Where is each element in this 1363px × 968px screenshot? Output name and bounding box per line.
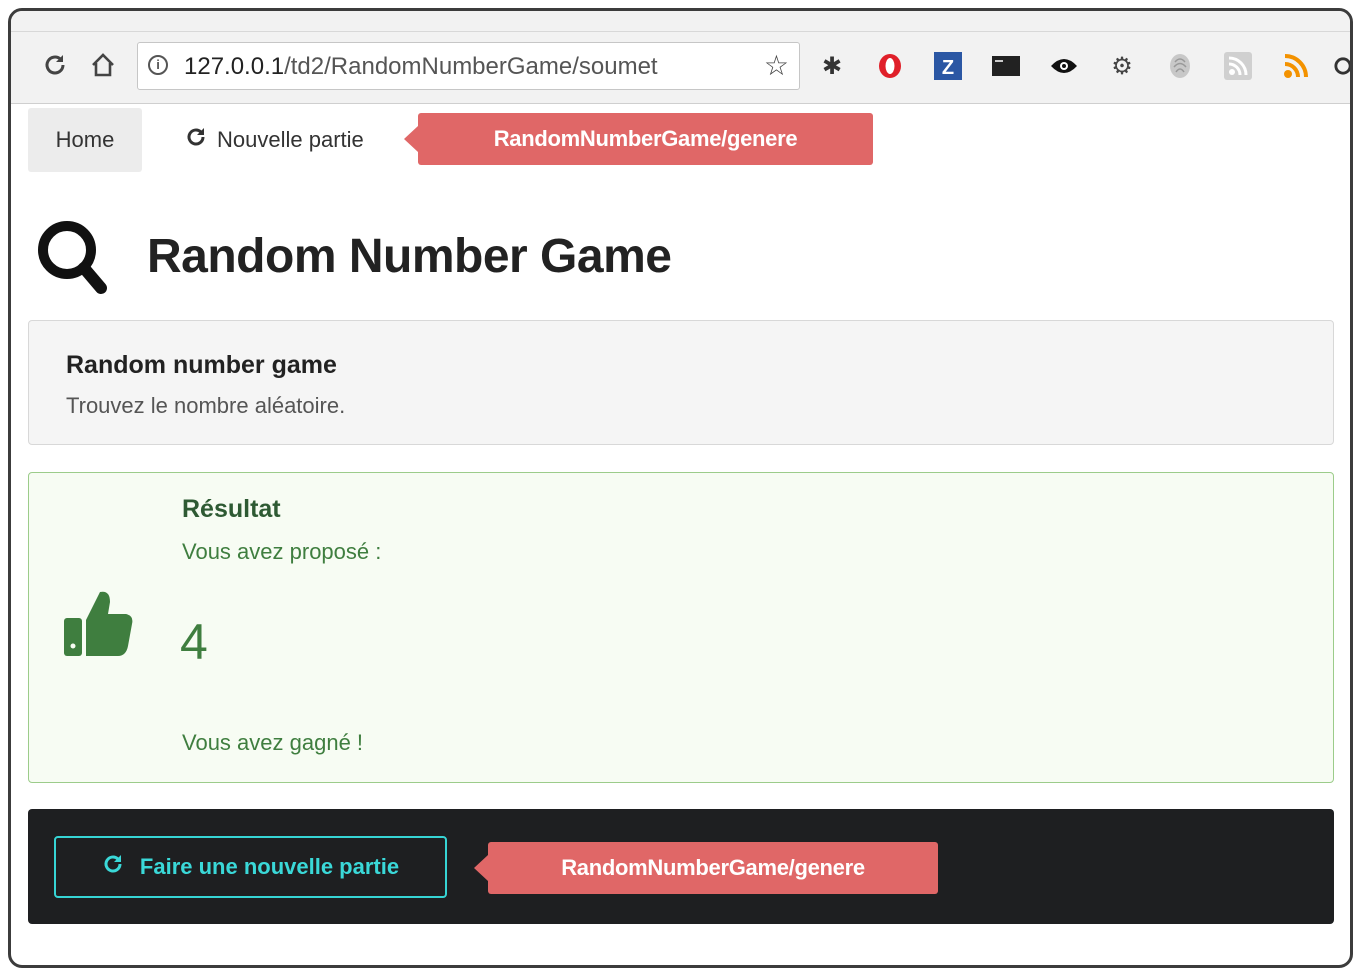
site-navbar: Home Nouvelle partie RandomNumberGame/ge… (11, 103, 1350, 173)
bookmark-star-icon[interactable]: ☆ (764, 49, 789, 82)
fingerprint-icon[interactable] (1165, 51, 1195, 81)
refresh-icon (102, 853, 124, 881)
nav-new-game-label: Nouvelle partie (217, 127, 364, 152)
nav-home-link[interactable]: Home (28, 108, 142, 172)
opera-icon[interactable] (875, 51, 905, 81)
reload-icon[interactable] (39, 49, 71, 81)
nav-home-label: Home (55, 127, 115, 152)
home-icon[interactable] (87, 49, 119, 81)
page-title: Random Number Game (147, 229, 672, 283)
result-title: Résultat (182, 495, 281, 523)
zotero-icon[interactable]: Z (933, 51, 963, 81)
browser-toolbar: i 127.0.0.1/td2/RandomNumberGame/soumet … (11, 11, 1350, 104)
proposed-value: 4 (180, 614, 208, 670)
intro-panel: Random number game Trouvez le nombre alé… (28, 320, 1334, 445)
new-game-button-label: Faire une nouvelle partie (139, 854, 400, 879)
route-annotation-text: RandomNumberGame/genere (493, 126, 798, 151)
refresh-icon (185, 126, 207, 155)
route-annotation-text: RandomNumberGame/genere (561, 855, 865, 880)
intro-subtitle: Trouvez le nombre aléatoire. (66, 393, 346, 418)
new-game-button[interactable]: Faire une nouvelle partie (54, 836, 447, 898)
chrome-menu-icon[interactable] (1333, 51, 1350, 81)
tab-strip-divider (11, 31, 1350, 32)
url-host: 127.0.0.1 (184, 53, 285, 80)
url-path: /td2/RandomNumberGame/soumet (284, 53, 658, 80)
browser-window: i 127.0.0.1/td2/RandomNumberGame/soumet … (8, 8, 1353, 968)
eye-icon[interactable] (1049, 51, 1079, 81)
nav-new-game-link[interactable]: Nouvelle partie (185, 108, 364, 172)
gear-icon[interactable]: ⚙ (1107, 51, 1137, 81)
svg-text:Z: Z (942, 57, 954, 79)
url-text[interactable]: 127.0.0.1/td2/RandomNumberGame/soumet (184, 53, 658, 81)
info-icon[interactable]: i (148, 55, 168, 75)
terminal-icon[interactable] (991, 51, 1021, 81)
proposed-label: Vous avez proposé : (182, 539, 382, 564)
result-alert: Résultat Vous avez proposé : 4 Vous avez… (28, 472, 1334, 783)
address-bar[interactable]: i 127.0.0.1/td2/RandomNumberGame/soumet … (137, 42, 800, 90)
rss-gray-icon[interactable] (1223, 51, 1253, 81)
rss-orange-icon[interactable] (1281, 51, 1311, 81)
search-icon (38, 221, 107, 294)
page-heading: Random Number Game (35, 211, 672, 301)
route-annotation-tag: RandomNumberGame/genere (474, 842, 938, 894)
intro-title: Random number game (66, 351, 337, 379)
bug-icon[interactable]: ✱ (817, 51, 847, 81)
thumbs-up-icon (64, 591, 133, 656)
outcome-text: Vous avez gagné ! (182, 730, 364, 755)
route-annotation-tag: RandomNumberGame/genere (404, 113, 873, 165)
footer-bar: Faire une nouvelle partie RandomNumberGa… (28, 809, 1334, 924)
